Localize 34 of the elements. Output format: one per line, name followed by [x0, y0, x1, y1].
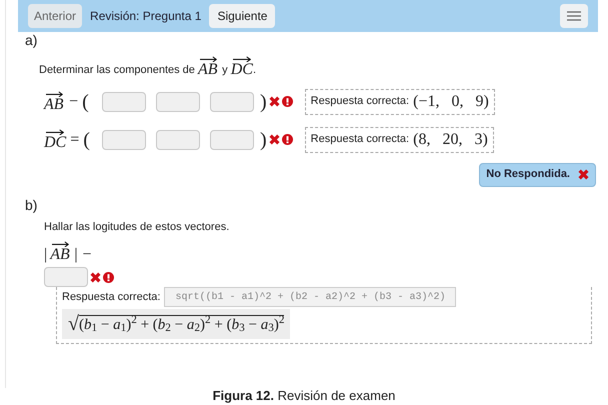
answer-value: (8, 20, 3)	[413, 130, 488, 150]
answer-field[interactable]	[156, 130, 200, 150]
question-text: Determinar las componentes de AB y DC.	[39, 56, 256, 78]
answer-field[interactable]	[102, 130, 146, 150]
previous-button[interactable]: Anterior	[28, 4, 82, 28]
answer-field[interactable]	[156, 92, 200, 112]
question-title: Revisión: Pregunta 1	[90, 8, 202, 25]
close-paren: )	[260, 128, 267, 152]
vector-arrow-icon	[46, 90, 64, 96]
close-paren: )	[260, 90, 267, 114]
next-button[interactable]: Siguiente	[209, 4, 276, 28]
vector-arrow-icon	[46, 128, 64, 134]
answer-label: Respuesta correcta:	[310, 132, 410, 148]
answer-value: (−1, 0, 9)	[413, 92, 489, 112]
menu-icon	[567, 11, 581, 21]
status-text: No Respondida.	[486, 167, 570, 182]
menu-button[interactable]	[560, 4, 588, 28]
vector-arrow-icon	[52, 241, 70, 247]
vector-arrow-icon	[232, 56, 251, 62]
answer-field[interactable]	[102, 92, 146, 112]
vector-equation: | AB | −	[44, 241, 92, 263]
answer-field[interactable]	[44, 267, 88, 287]
vector-equation: AB − (	[44, 90, 90, 114]
vector-arrow-icon	[200, 56, 218, 62]
part-label: a)	[25, 32, 38, 48]
vector-equation: DC = (	[44, 128, 91, 152]
part-label: b)	[25, 196, 38, 212]
answer-field[interactable]	[210, 130, 254, 150]
answer-code: sqrt((b1 - a1)^2 + (b2 - a2)^2 + (b3 - a3)^2)	[164, 287, 456, 307]
question-text: Hallar las logitudes de estos vectores.	[44, 220, 230, 234]
answer-label: Respuesta correcta:	[62, 290, 160, 305]
answer-field[interactable]	[210, 92, 254, 112]
answer-label: Respuesta correcta:	[310, 94, 410, 110]
figure-caption: Figura 12. Revisión de examen	[212, 388, 396, 403]
